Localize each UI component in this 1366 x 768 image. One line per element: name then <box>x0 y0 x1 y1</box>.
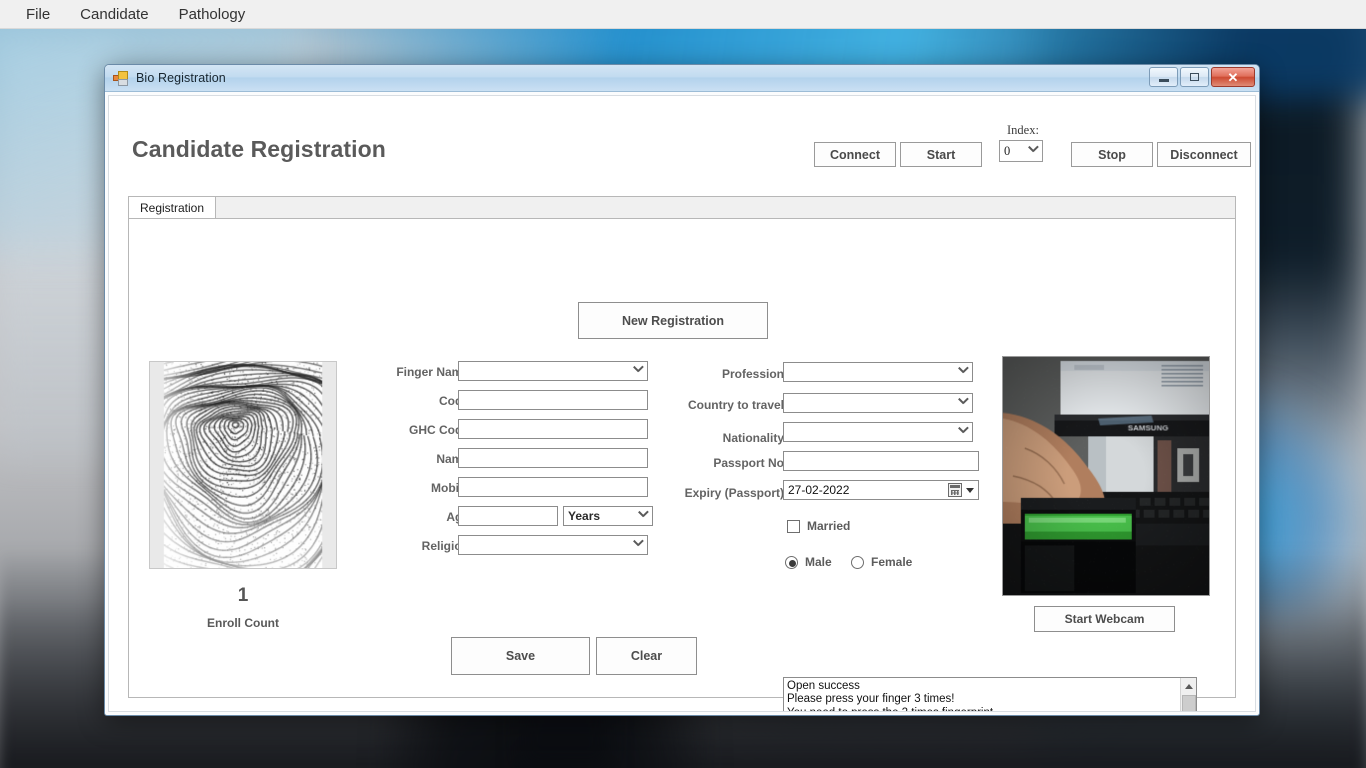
expiry-passport-value: 27-02-2022 <box>788 483 849 497</box>
chevron-down-icon <box>958 427 968 437</box>
fingerprint-canvas <box>150 362 336 568</box>
registration-tab-page: New Registration 1 Enroll Count Finger N… <box>128 218 1236 698</box>
ghc-code-label: GHC Code <box>374 423 469 437</box>
country-to-travel-label: Country to travel <box>649 398 784 412</box>
finger-name-combobox[interactable] <box>458 361 648 381</box>
status-log-text: Open success Please press your finger 3 … <box>784 678 1180 712</box>
save-button[interactable]: Save <box>451 637 590 675</box>
status-log-box[interactable]: Open success Please press your finger 3 … <box>783 677 1197 712</box>
form-header: Candidate Registration Connect Start Ind… <box>109 96 1255 164</box>
name-input[interactable] <box>458 448 648 468</box>
gender-radio-male[interactable]: Male <box>785 555 832 569</box>
connect-button[interactable]: Connect <box>814 142 896 167</box>
code-input[interactable] <box>458 390 648 410</box>
new-registration-button[interactable]: New Registration <box>578 302 768 339</box>
female-label: Female <box>871 555 912 569</box>
expiry-passport-datepicker[interactable]: 27-02-2022 <box>783 480 979 500</box>
minimize-icon[interactable] <box>1149 67 1178 87</box>
chevron-down-icon <box>958 367 968 377</box>
expiry-passport-label: Expiry (Passport) <box>629 486 784 500</box>
menu-item-pathology[interactable]: Pathology <box>167 2 258 27</box>
index-label: Index: <box>1007 123 1039 138</box>
age-unit-value: Years <box>568 509 600 523</box>
log-scrollbar[interactable] <box>1180 678 1196 712</box>
index-select-value: 0 <box>1004 144 1010 159</box>
enroll-count-label: Enroll Count <box>149 616 337 630</box>
male-label: Male <box>805 555 832 569</box>
age-unit-combobox[interactable]: Years <box>563 506 653 526</box>
age-input[interactable] <box>458 506 558 526</box>
maximize-icon[interactable] <box>1180 67 1209 87</box>
menu-item-file[interactable]: File <box>14 2 62 27</box>
chevron-down-icon <box>633 366 643 376</box>
webcam-preview <box>1002 356 1210 596</box>
checkbox-icon <box>787 520 800 533</box>
radio-unselected-icon <box>851 556 864 569</box>
scroll-up-icon[interactable] <box>1181 678 1196 694</box>
profession-combobox[interactable] <box>783 362 973 382</box>
application-menu-bar: File Candidate Pathology <box>0 0 1366 29</box>
disconnect-button[interactable]: Disconnect <box>1157 142 1251 167</box>
religion-combobox[interactable] <box>458 535 648 555</box>
profession-label: Profession <box>649 367 784 381</box>
window-controls: ✕ <box>1149 67 1255 87</box>
chevron-down-icon <box>966 488 974 493</box>
name-label: Name <box>374 452 469 466</box>
bio-registration-window: Bio Registration ✕ Candidate Registratio… <box>104 64 1260 716</box>
chevron-down-icon <box>958 398 968 408</box>
window-title-bar[interactable]: Bio Registration ✕ <box>105 65 1259 92</box>
start-webcam-button[interactable]: Start Webcam <box>1034 606 1175 632</box>
fingerprint-image <box>149 361 337 569</box>
winforms-app-icon <box>113 71 129 86</box>
finger-name-label: Finger Name <box>374 365 469 379</box>
menu-item-candidate[interactable]: Candidate <box>68 2 160 27</box>
married-label: Married <box>807 519 850 533</box>
window-title: Bio Registration <box>136 71 226 85</box>
chevron-down-icon <box>638 511 648 521</box>
nationality-label: Nationality <box>649 431 784 445</box>
start-button[interactable]: Start <box>900 142 982 167</box>
nationality-combobox[interactable] <box>783 422 973 442</box>
stop-button[interactable]: Stop <box>1071 142 1153 167</box>
country-to-travel-combobox[interactable] <box>783 393 973 413</box>
code-label: Code <box>374 394 469 408</box>
passport-no-label: Passport No <box>649 456 784 470</box>
enroll-count-value: 1 <box>149 585 337 607</box>
scrollbar-thumb[interactable] <box>1182 695 1196 712</box>
window-client-area: Candidate Registration Connect Start Ind… <box>108 95 1256 712</box>
chevron-down-icon <box>633 540 643 550</box>
page-title: Candidate Registration <box>132 136 386 163</box>
calendar-icon <box>948 483 962 497</box>
gender-radio-female[interactable]: Female <box>851 555 912 569</box>
tab-registration[interactable]: Registration <box>128 196 216 219</box>
passport-no-input[interactable] <box>783 451 979 471</box>
married-checkbox[interactable]: Married <box>787 519 850 533</box>
close-icon[interactable]: ✕ <box>1211 67 1255 87</box>
age-label: Age <box>374 510 469 524</box>
clear-button[interactable]: Clear <box>596 637 697 675</box>
radio-selected-icon <box>785 556 798 569</box>
index-select[interactable]: 0 <box>999 140 1043 162</box>
chevron-down-icon <box>1028 146 1038 156</box>
mobile-input[interactable] <box>458 477 648 497</box>
religion-label: Religion <box>374 539 469 553</box>
tab-strip: Registration <box>128 196 1236 218</box>
mobile-label: Mobile <box>374 481 469 495</box>
ghc-code-input[interactable] <box>458 419 648 439</box>
webcam-canvas <box>1003 357 1209 595</box>
